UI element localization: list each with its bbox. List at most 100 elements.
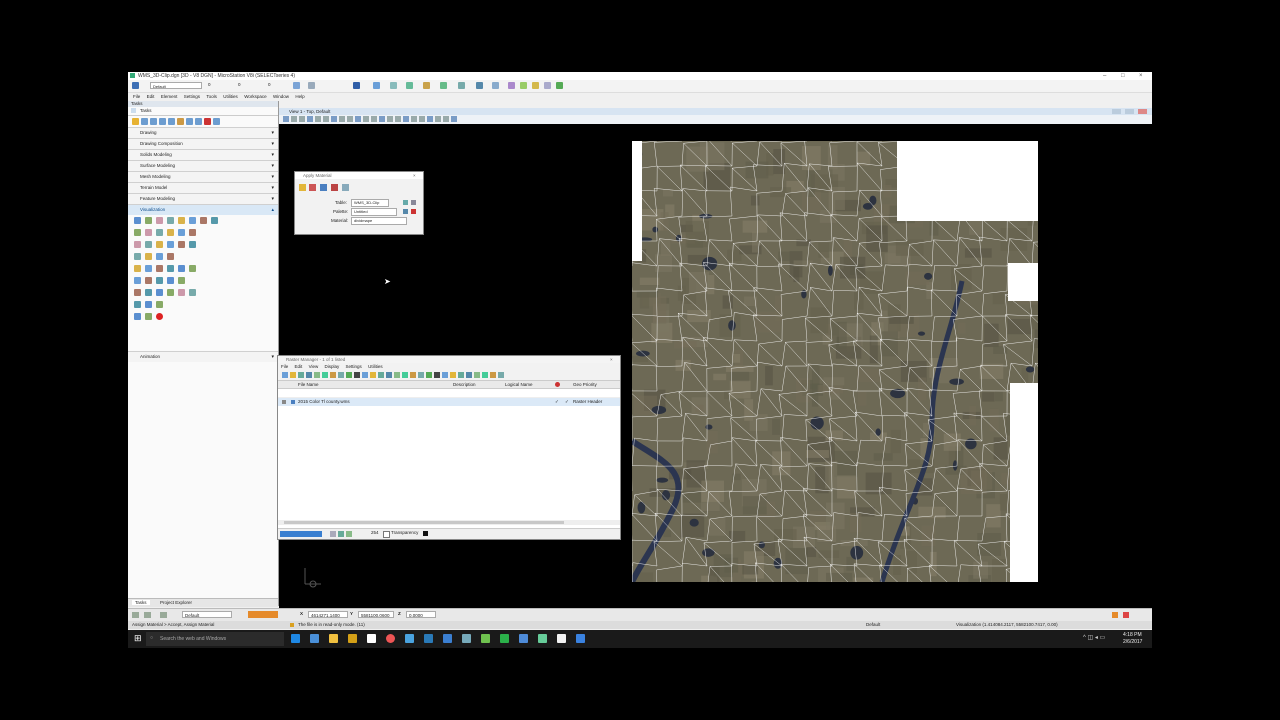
visualization-tool-icon[interactable] (211, 217, 218, 224)
file-explorer-icon[interactable] (329, 634, 338, 643)
view-tool-icon[interactable] (323, 116, 329, 122)
y-field[interactable]: 5581100.0600 (358, 611, 394, 618)
visualization-tool-icon[interactable] (167, 253, 174, 260)
folder-icon[interactable] (348, 634, 357, 643)
raster-tool-icon[interactable] (362, 372, 368, 378)
edit-material-icon[interactable] (342, 184, 349, 191)
status-level-dropdown[interactable]: Default (182, 611, 232, 618)
fit-icon[interactable] (330, 531, 336, 537)
level-dropdown[interactable]: Default (150, 82, 202, 89)
visualization-tool-icon[interactable] (156, 229, 163, 236)
col-description[interactable]: Description (453, 381, 476, 388)
row-check-1[interactable]: ✓ (555, 398, 559, 406)
section-drawing-composition[interactable]: Drawing Composition ▾ (128, 138, 278, 149)
close-icon[interactable]: × (413, 172, 416, 179)
view-tool-icon[interactable] (347, 116, 353, 122)
close-icon[interactable]: × (610, 356, 613, 363)
people-icon[interactable] (462, 634, 471, 643)
view-tool-icon[interactable] (419, 116, 425, 122)
view-tool-icon[interactable] (427, 116, 433, 122)
windows-start-icon[interactable]: ⊞ (134, 634, 142, 643)
menu-utilities[interactable]: Utilities (223, 94, 238, 99)
raster-tool-icon[interactable] (346, 372, 352, 378)
raster-tool-icon[interactable] (418, 372, 424, 378)
raster-tool-icon[interactable] (410, 372, 416, 378)
row-check-2[interactable]: ✓ (565, 398, 569, 406)
raster-tool-icon[interactable] (370, 372, 376, 378)
excel-icon[interactable] (481, 634, 490, 643)
visualization-tool-icon[interactable] (167, 217, 174, 224)
table-row[interactable]: 2015 Color Tl county.wms ✓ ✓ Raster Head… (278, 398, 620, 406)
visualization-tool-icon[interactable] (134, 217, 141, 224)
references-icon[interactable] (458, 82, 465, 89)
notepad-icon[interactable] (557, 634, 566, 643)
raster-menu-file[interactable]: File (281, 364, 288, 369)
tab-tasks[interactable]: Tasks (132, 600, 150, 605)
move-tool-icon[interactable] (141, 118, 148, 125)
visualization-tool-icon[interactable] (156, 289, 163, 296)
view-tool-icon[interactable] (283, 116, 289, 122)
store-icon[interactable] (367, 634, 376, 643)
raster-tool-icon[interactable] (466, 372, 472, 378)
print-icon[interactable] (373, 82, 380, 89)
array-tool-icon[interactable] (186, 118, 193, 125)
raster-menu-display[interactable]: Display (325, 364, 340, 369)
view-tool-icon[interactable] (435, 116, 441, 122)
visualization-tool-icon[interactable] (189, 229, 196, 236)
visualization-tool-icon[interactable] (134, 313, 141, 320)
raster-menu-settings[interactable]: Settings (346, 364, 362, 369)
stop-icon[interactable] (1123, 612, 1129, 618)
col-logical-name[interactable]: Logical Name (505, 381, 533, 388)
raster-tool-icon[interactable] (314, 372, 320, 378)
raster-tool-icon[interactable] (322, 372, 328, 378)
view-tool-icon[interactable] (379, 116, 385, 122)
visualization-tool-icon[interactable] (134, 289, 141, 296)
delete-palette-icon[interactable] (411, 209, 416, 214)
visualization-tool-icon[interactable] (156, 253, 163, 260)
spin-field-3[interactable]: 0 (268, 82, 271, 87)
z-field[interactable]: 0.0000 (406, 611, 436, 618)
query-material-icon[interactable] (331, 184, 338, 191)
levels-icon[interactable] (440, 82, 447, 89)
models-icon[interactable] (423, 82, 430, 89)
menu-settings[interactable]: Settings (184, 94, 200, 99)
display-icon[interactable] (338, 531, 344, 537)
raster-tool-icon[interactable] (498, 372, 504, 378)
browse-icon[interactable] (403, 200, 408, 205)
visualization-tool-icon[interactable] (178, 217, 185, 224)
chrome-icon[interactable] (386, 634, 395, 643)
warning-icon[interactable] (1112, 612, 1118, 618)
visualization-tool-icon[interactable] (134, 241, 141, 248)
raster-icon[interactable] (476, 82, 483, 89)
visualization-tool-icon[interactable] (200, 217, 207, 224)
col-file-name[interactable]: File Name (298, 381, 319, 388)
visualization-tool-icon[interactable] (178, 265, 185, 272)
view-tool-icon[interactable] (387, 116, 393, 122)
visualization-tool-icon[interactable] (145, 253, 152, 260)
section-visualization[interactable]: Visualization ▴ (128, 204, 278, 215)
visualization-tool-icon[interactable] (167, 241, 174, 248)
mirror-tool-icon[interactable] (177, 118, 184, 125)
element-selection-icon[interactable] (132, 82, 139, 89)
raster-tool-icon[interactable] (386, 372, 392, 378)
visualization-tool-icon[interactable] (145, 241, 152, 248)
outlook-icon[interactable] (443, 634, 452, 643)
paint-material-icon[interactable] (320, 184, 327, 191)
section-surface-modeling[interactable]: Surface Modeling ▾ (128, 160, 278, 171)
move-icon[interactable] (308, 82, 315, 89)
stretch-tool-icon[interactable] (195, 118, 202, 125)
visualization-tool-icon[interactable] (134, 265, 141, 272)
col-geo-priority[interactable]: Geo Priority (573, 381, 597, 388)
close-button[interactable]: × (1139, 72, 1143, 80)
view-tool-icon[interactable] (291, 116, 297, 122)
section-drawing[interactable]: Drawing ▾ (128, 127, 278, 138)
visualization-tool-icon[interactable] (167, 277, 174, 284)
raster-menu-utilities[interactable]: Utilities (368, 364, 383, 369)
raster-tool-icon[interactable] (282, 372, 288, 378)
view-close-button[interactable] (1138, 109, 1147, 114)
raster-tool-icon[interactable] (402, 372, 408, 378)
minimize-button[interactable]: – (1103, 72, 1106, 80)
menu-workspace[interactable]: Workspace (244, 94, 266, 99)
sync-icon[interactable] (556, 82, 563, 89)
view-tool-icon[interactable] (299, 116, 305, 122)
